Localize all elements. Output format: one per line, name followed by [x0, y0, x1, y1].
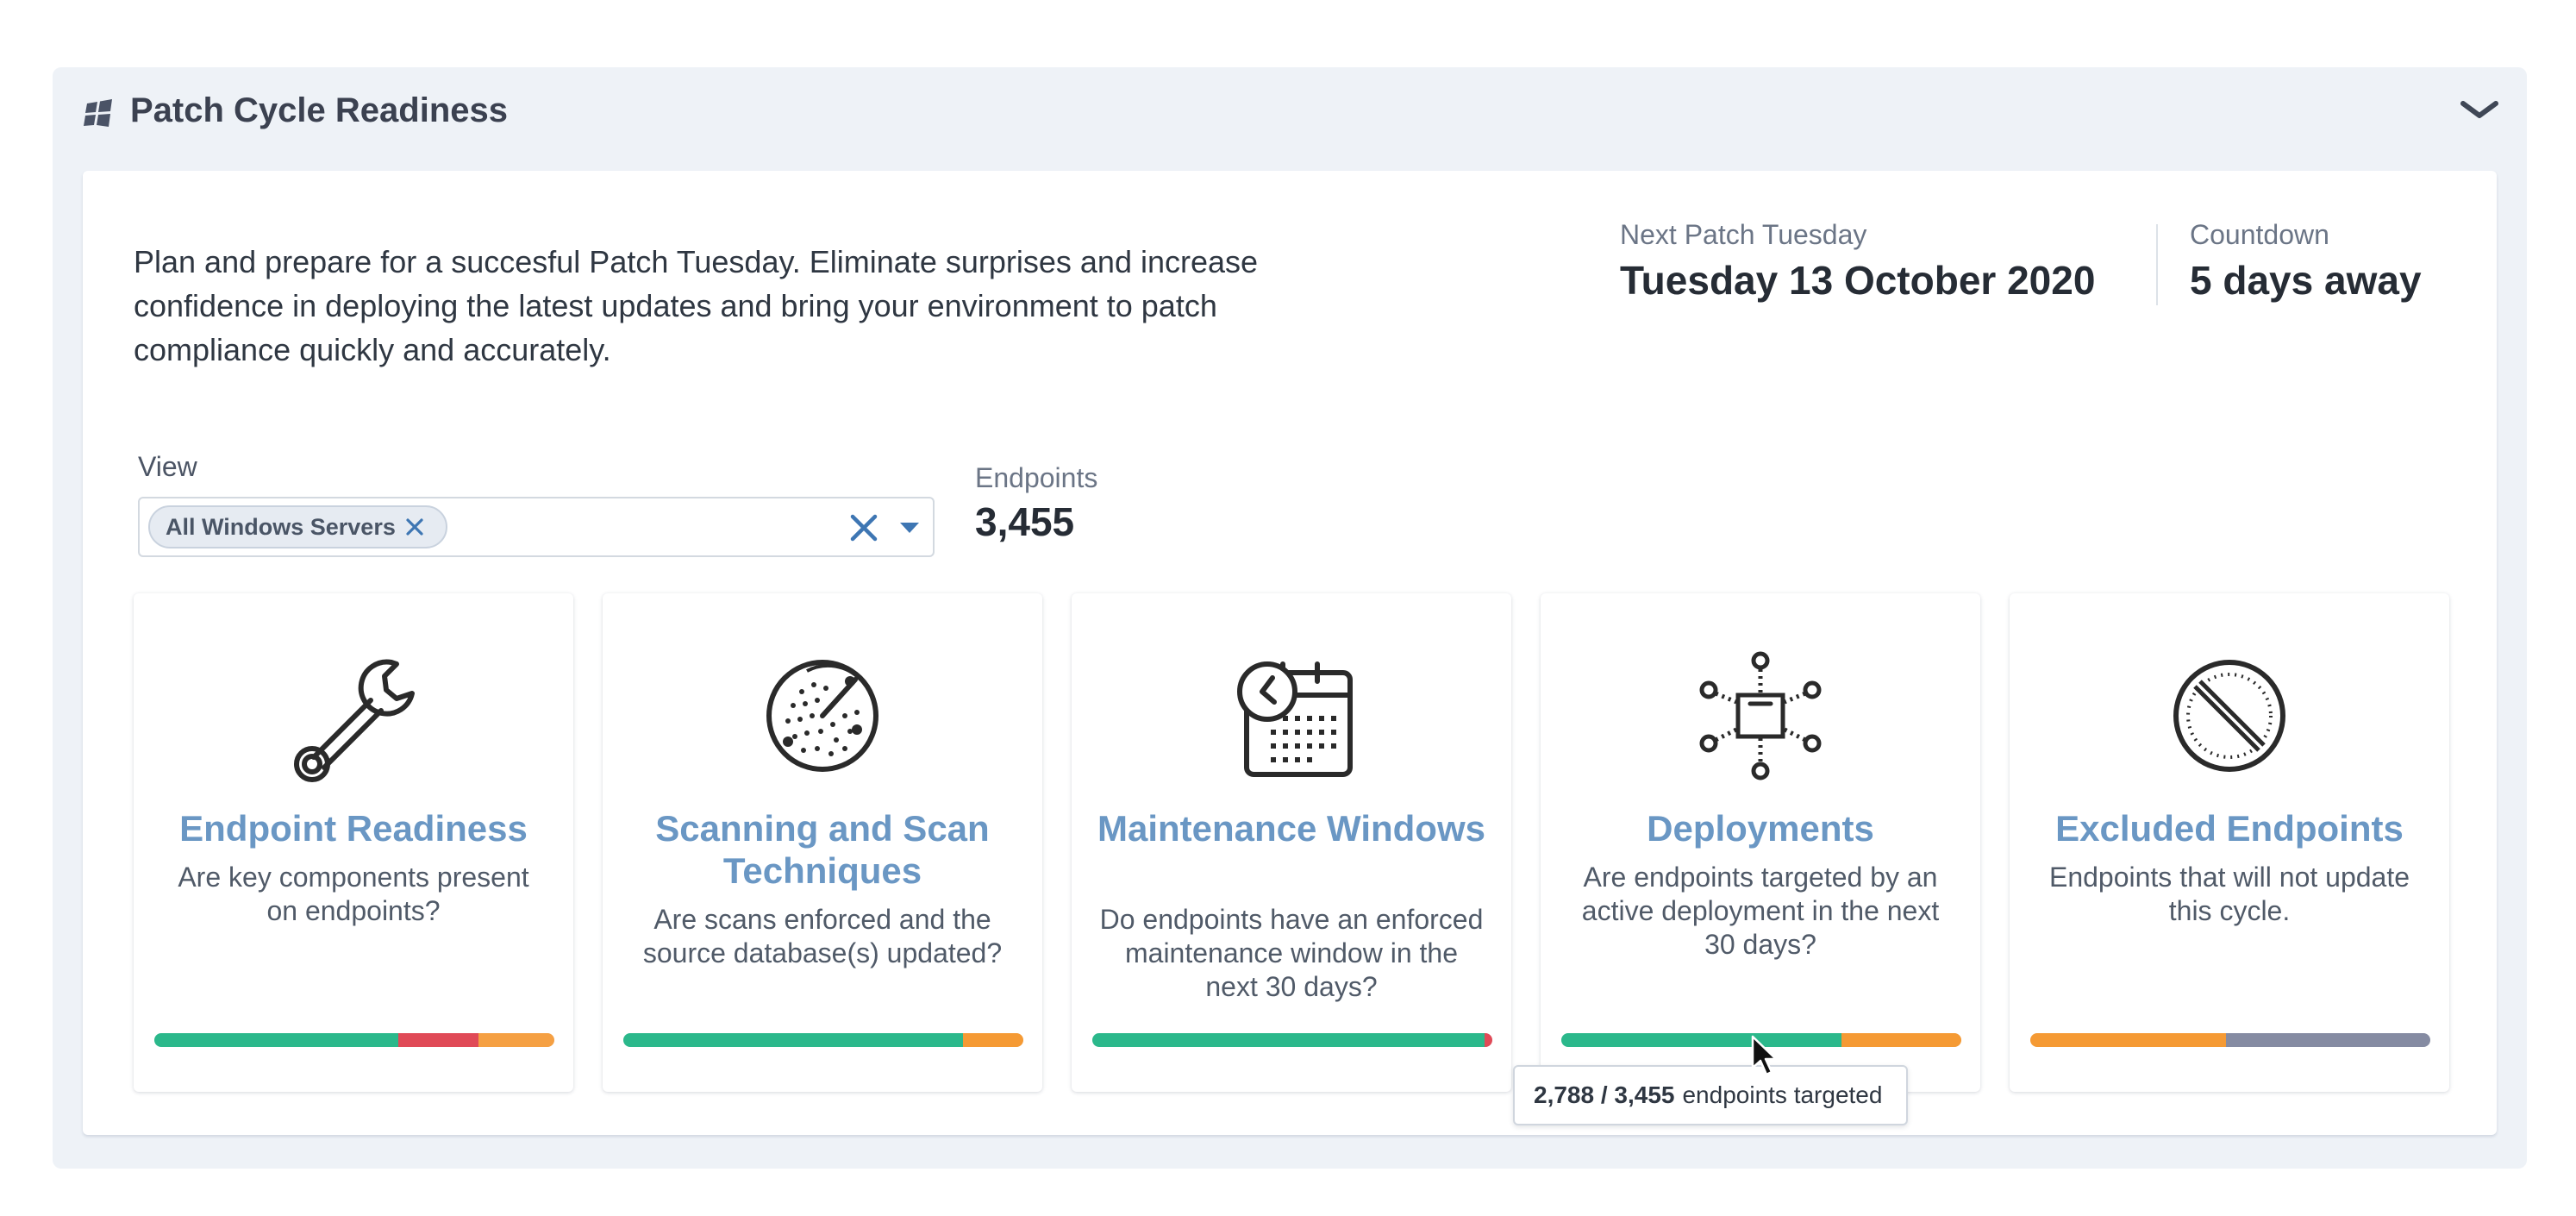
panel-title: Patch Cycle Readiness	[130, 91, 508, 129]
countdown-label: Countdown	[2190, 219, 2329, 250]
tile-excluded-endpoints[interactable]: Excluded Endpoints Endpoints that will n…	[2010, 593, 2449, 1092]
view-chip[interactable]: All Windows Servers	[148, 505, 447, 548]
status-bar-segment	[398, 1033, 478, 1047]
mouse-cursor-icon	[1751, 1035, 1778, 1076]
status-bar[interactable]	[1092, 1033, 1492, 1047]
calendar-clock-icon	[1237, 661, 1353, 777]
status-bar-segment	[2226, 1033, 2430, 1047]
tile-title: Maintenance Windows	[1097, 808, 1485, 849]
remove-chip-icon[interactable]	[404, 517, 425, 537]
tile-description: Do endpoints have an enforced maintenanc…	[1099, 904, 1484, 1002]
status-bar-segment	[1092, 1033, 1485, 1047]
caret-down-icon[interactable]	[898, 519, 921, 536]
deployment-network-icon	[1699, 651, 1822, 780]
endpoints-label: Endpoints	[975, 462, 1098, 493]
status-bar-segment	[963, 1033, 1023, 1047]
tile-description: Are endpoints targeted by an active depl…	[1581, 862, 1940, 960]
tile-description: Are key components present on endpoints?	[178, 862, 529, 926]
status-bar-segment	[478, 1033, 554, 1047]
deployment-tooltip: 2,788 / 3,455 endpoints targeted	[1513, 1065, 1909, 1125]
readiness-card: Plan and prepare for a succesful Patch T…	[83, 171, 2497, 1135]
tile-scanning[interactable]: Scanning and Scan Techniques Are scans e…	[603, 593, 1042, 1092]
header-divider	[2156, 224, 2158, 305]
tile-title: Excluded Endpoints	[2055, 808, 2404, 849]
tile-title: Scanning and Scan Techniques	[655, 808, 990, 891]
tile-title: Deployments	[1647, 808, 1874, 849]
status-bar[interactable]	[154, 1033, 554, 1047]
radar-icon	[766, 660, 878, 772]
status-bar-segment	[623, 1033, 964, 1047]
tooltip-text: endpoints targeted	[1682, 1081, 1883, 1108]
tile-maintenance-windows[interactable]: Maintenance Windows Do endpoints have an…	[1072, 593, 1511, 1092]
close-icon[interactable]	[848, 512, 879, 543]
tile-description: Endpoints that will not update this cycl…	[2048, 862, 2410, 926]
chevron-down-icon[interactable]	[2458, 93, 2501, 128]
tooltip-count: 2,788 / 3,455	[1534, 1081, 1675, 1108]
view-chip-label: All Windows Servers	[166, 513, 396, 540]
tile-endpoint-readiness[interactable]: Endpoint Readiness Are key components pr…	[134, 593, 573, 1092]
next-patch-label: Next Patch Tuesday	[1620, 219, 1867, 250]
status-bar[interactable]	[2030, 1033, 2430, 1047]
view-label: View	[138, 451, 197, 482]
prohibited-icon	[2173, 660, 2285, 772]
status-bar[interactable]	[623, 1033, 1023, 1047]
windows-icon	[84, 99, 112, 127]
status-bar-segment	[1484, 1033, 1492, 1047]
patch-cycle-readiness-panel: Patch Cycle Readiness Plan and prepare f…	[53, 67, 2527, 1169]
status-bar-segment	[154, 1033, 399, 1047]
intro-text: Plan and prepare for a succesful Patch T…	[134, 244, 1259, 367]
status-bar-segment	[1841, 1033, 1961, 1047]
tile-description: Are scans enforced and the source databa…	[642, 904, 1003, 968]
status-bar-segment	[1561, 1033, 1841, 1047]
endpoints-count: 3,455	[975, 499, 1075, 544]
tile-deployments[interactable]: Deployments Are endpoints targeted by an…	[1541, 593, 1980, 1092]
next-patch-date: Tuesday 13 October 2020	[1620, 258, 2096, 303]
wrench-icon	[294, 659, 415, 782]
view-select[interactable]: All Windows Servers	[138, 497, 935, 557]
panel-header: Patch Cycle Readiness	[53, 67, 2527, 162]
status-bar-segment	[2030, 1033, 2227, 1047]
tile-title: Endpoint Readiness	[179, 808, 528, 849]
countdown-value: 5 days away	[2190, 258, 2422, 303]
